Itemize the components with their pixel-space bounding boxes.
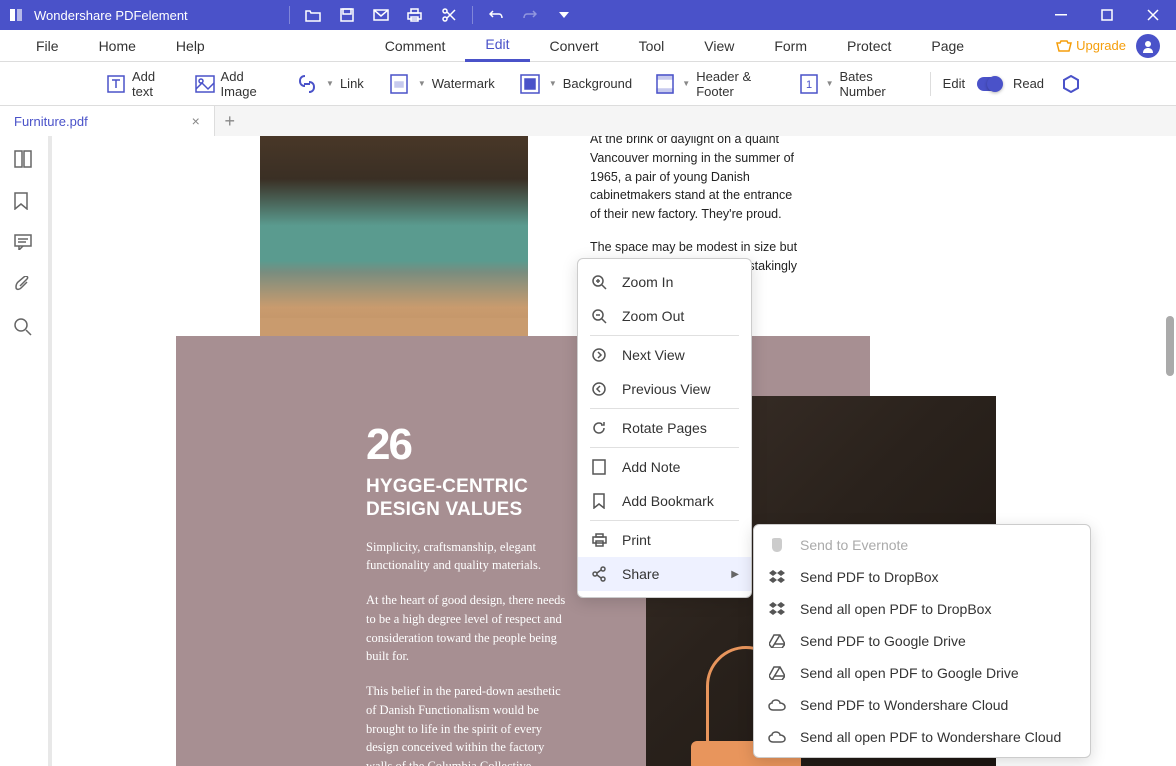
menu-help[interactable]: Help — [156, 30, 225, 62]
upgrade-button[interactable]: Upgrade — [1056, 38, 1126, 53]
menu-protect[interactable]: Protect — [827, 30, 911, 62]
close-button[interactable] — [1130, 0, 1176, 30]
zoom-in-icon — [590, 273, 608, 291]
share-evernote[interactable]: Send to Evernote — [754, 529, 1090, 561]
ctx-next-view[interactable]: Next View — [578, 338, 751, 372]
header-footer-icon — [656, 73, 674, 95]
minimize-button[interactable] — [1038, 0, 1084, 30]
sidebar — [0, 136, 48, 766]
zoom-out-icon — [590, 307, 608, 325]
bookmark-icon[interactable] — [14, 192, 34, 212]
new-tab-button[interactable]: + — [215, 106, 245, 136]
ctx-add-note[interactable]: Add Note — [578, 450, 751, 484]
watermark-icon — [388, 73, 410, 95]
hexagon-icon[interactable] — [1062, 75, 1080, 93]
edit-mode-label: Edit — [943, 76, 965, 91]
background-icon — [519, 73, 541, 95]
next-view-icon — [590, 346, 608, 364]
document-tab[interactable]: Furniture.pdf × — [0, 106, 215, 136]
share-dropbox[interactable]: Send PDF to DropBox — [754, 561, 1090, 593]
note-icon — [590, 458, 608, 476]
menu-view[interactable]: View — [684, 30, 754, 62]
menu-comment[interactable]: Comment — [365, 30, 466, 62]
ctx-zoom-in[interactable]: Zoom In — [578, 265, 751, 299]
menu-page[interactable]: Page — [911, 30, 984, 62]
tabbar: Furniture.pdf × + — [0, 106, 1176, 136]
comments-icon[interactable] — [14, 234, 34, 254]
share-submenu: Send to Evernote Send PDF to DropBox Sen… — [753, 524, 1091, 758]
cloud-icon — [768, 728, 786, 746]
evernote-icon — [768, 536, 786, 554]
bates-icon: 1 — [800, 73, 818, 95]
menubar: File Home Help Comment Edit Convert Tool… — [0, 30, 1176, 62]
scissors-icon[interactable] — [432, 0, 466, 30]
upgrade-label: Upgrade — [1076, 38, 1126, 53]
dropdown-icon[interactable] — [547, 0, 581, 30]
read-mode-label: Read — [1013, 76, 1044, 91]
share-cloud-all[interactable]: Send all open PDF to Wondershare Cloud — [754, 721, 1090, 753]
gdrive-icon — [768, 632, 786, 650]
save-icon[interactable] — [330, 0, 364, 30]
background-button[interactable]: ▼ Background — [509, 68, 642, 100]
bates-button[interactable]: 1 ▼ Bates Number — [790, 68, 918, 100]
ctx-rotate[interactable]: Rotate Pages — [578, 411, 751, 445]
add-image-button[interactable]: Add Image — [185, 68, 282, 100]
app-logo-icon — [2, 1, 30, 29]
header-footer-button[interactable]: ▼ Header & Footer — [646, 68, 785, 100]
redo-icon[interactable] — [513, 0, 547, 30]
add-bookmark-icon — [590, 492, 608, 510]
menu-edit[interactable]: Edit — [465, 30, 529, 62]
user-avatar[interactable] — [1136, 34, 1160, 58]
link-icon — [296, 73, 318, 95]
share-icon — [590, 565, 608, 583]
ctx-print-icon — [590, 531, 608, 549]
share-cloud[interactable]: Send PDF to Wondershare Cloud — [754, 689, 1090, 721]
toolbar: Add text Add Image ▼ Link ▼ Watermark ▼ … — [0, 62, 1176, 106]
titlebar: Wondershare PDFelement — [0, 0, 1176, 30]
search-icon[interactable] — [14, 318, 34, 338]
attachment-icon[interactable] — [14, 276, 34, 296]
tab-label: Furniture.pdf — [14, 114, 88, 129]
ctx-zoom-out[interactable]: Zoom Out — [578, 299, 751, 333]
rotate-icon — [590, 419, 608, 437]
cloud-icon — [768, 696, 786, 714]
menu-home[interactable]: Home — [79, 30, 156, 62]
svg-text:1: 1 — [805, 79, 811, 91]
menu-convert[interactable]: Convert — [530, 30, 619, 62]
furniture-photo — [260, 136, 528, 366]
dropbox-icon — [768, 568, 786, 586]
ctx-share[interactable]: Share ▶ — [578, 557, 751, 591]
link-button[interactable]: ▼ Link — [286, 68, 374, 100]
image-icon — [195, 73, 215, 95]
open-folder-icon[interactable] — [296, 0, 330, 30]
share-gdrive-all[interactable]: Send all open PDF to Google Drive — [754, 657, 1090, 689]
maximize-button[interactable] — [1084, 0, 1130, 30]
text-icon — [106, 73, 126, 95]
share-gdrive[interactable]: Send PDF to Google Drive — [754, 625, 1090, 657]
menu-file[interactable]: File — [16, 30, 79, 62]
thumbnails-icon[interactable] — [14, 150, 34, 170]
menu-form[interactable]: Form — [754, 30, 827, 62]
edit-read-toggle[interactable] — [977, 77, 1001, 91]
undo-icon[interactable] — [479, 0, 513, 30]
dropbox-icon — [768, 600, 786, 618]
prev-view-icon — [590, 380, 608, 398]
ctx-prev-view[interactable]: Previous View — [578, 372, 751, 406]
gdrive-icon — [768, 664, 786, 682]
ctx-print[interactable]: Print — [578, 523, 751, 557]
chevron-right-icon: ▶ — [731, 569, 739, 580]
app-title: Wondershare PDFelement — [34, 8, 188, 23]
add-text-button[interactable]: Add text — [96, 68, 181, 100]
share-dropbox-all[interactable]: Send all open PDF to DropBox — [754, 593, 1090, 625]
ctx-add-bookmark[interactable]: Add Bookmark — [578, 484, 751, 518]
watermark-button[interactable]: ▼ Watermark — [378, 68, 505, 100]
context-menu: Zoom In Zoom Out Next View Previous View… — [577, 258, 752, 598]
mail-icon[interactable] — [364, 0, 398, 30]
tab-close-button[interactable]: × — [188, 113, 204, 129]
print-icon[interactable] — [398, 0, 432, 30]
menu-tool[interactable]: Tool — [619, 30, 685, 62]
vertical-scrollbar[interactable] — [1166, 316, 1174, 376]
